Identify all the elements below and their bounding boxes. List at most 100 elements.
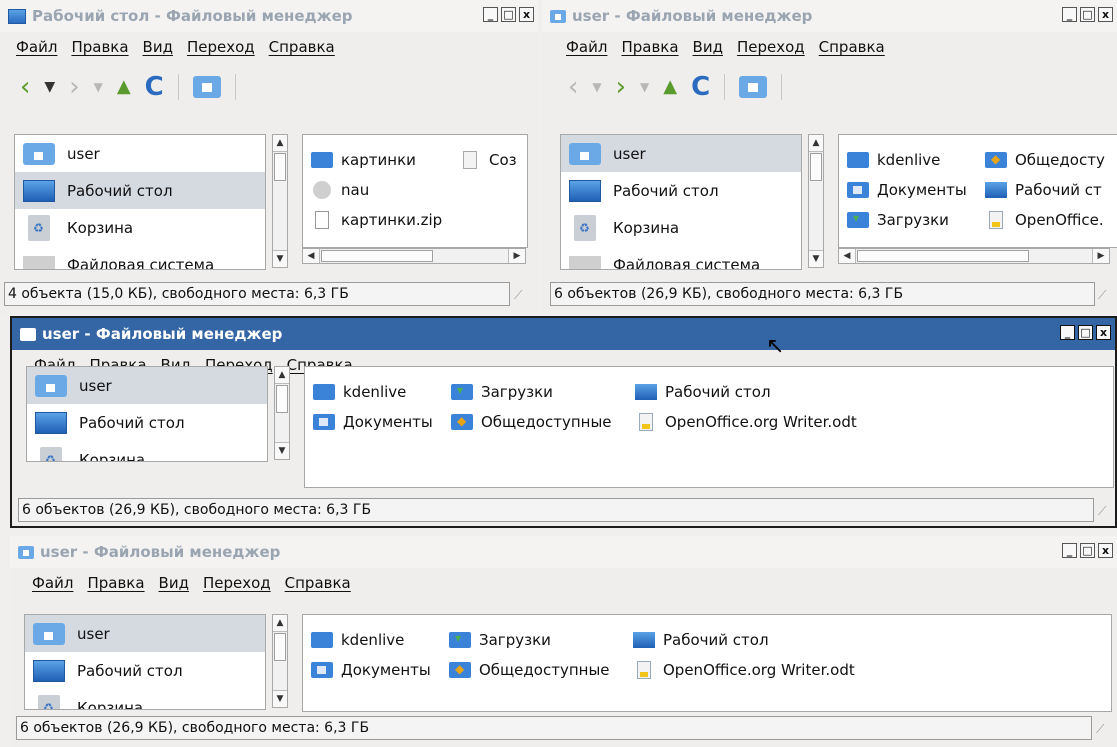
menu-file[interactable]: Файл xyxy=(566,38,607,56)
menu-go[interactable]: Переход xyxy=(737,38,805,56)
file-item[interactable]: Документы xyxy=(847,181,967,199)
file-item[interactable]: картинки xyxy=(311,151,416,169)
menu-edit[interactable]: Правка xyxy=(621,38,678,56)
scroll-down-icon[interactable]: ▼ xyxy=(275,442,289,459)
sidebar-item-filesystem[interactable]: Файловая система xyxy=(561,246,801,269)
sidebar-item-trash[interactable]: Корзина xyxy=(25,689,265,709)
forward-history-dropdown-icon[interactable]: ▼ xyxy=(640,74,649,100)
back-arrow-icon[interactable]: ‹ xyxy=(20,74,30,100)
sidebar-item-desktop[interactable]: Рабочий стол xyxy=(27,404,267,441)
file-item[interactable]: nau xyxy=(311,181,369,199)
resize-grip-icon[interactable]: ⟋ xyxy=(514,288,532,306)
forward-history-dropdown-icon[interactable]: ▼ xyxy=(94,74,103,100)
sidebar-item-user[interactable]: user xyxy=(15,135,265,172)
up-arrow-icon[interactable]: ▲ xyxy=(663,74,677,100)
scroll-right-icon[interactable]: ▶ xyxy=(1092,249,1109,263)
resize-grip-icon[interactable]: ⟋ xyxy=(1098,288,1116,306)
up-arrow-icon[interactable]: ▲ xyxy=(117,74,131,100)
title-bar[interactable]: user - Файловый менеджер _ □ x xyxy=(10,536,1117,568)
close-button[interactable]: x xyxy=(519,7,534,22)
title-bar[interactable]: user - Файловый менеджер _ □ x xyxy=(542,0,1117,32)
home-folder-icon[interactable] xyxy=(739,76,768,98)
sidebar-scrollbar[interactable]: ▲ ▼ xyxy=(274,366,290,460)
sidebar-item-trash[interactable]: Корзина xyxy=(15,209,265,246)
menu-help[interactable]: Справка xyxy=(269,38,335,56)
sidebar-item-desktop[interactable]: Рабочий стол xyxy=(25,652,265,689)
scroll-up-icon[interactable]: ▲ xyxy=(273,135,287,152)
minimize-button[interactable]: _ xyxy=(1062,7,1077,22)
file-item[interactable]: Загрузки xyxy=(449,631,551,649)
close-button[interactable]: x xyxy=(1096,325,1111,340)
file-view-hscrollbar[interactable]: ◀ ▶ xyxy=(302,248,526,264)
file-item[interactable]: Общедоступные xyxy=(449,661,610,679)
sidebar-item-user[interactable]: user xyxy=(25,615,265,652)
maximize-button[interactable]: □ xyxy=(1080,7,1095,22)
back-arrow-icon[interactable]: ‹ xyxy=(568,74,578,100)
menu-view[interactable]: Вид xyxy=(159,574,189,592)
sidebar-scrollbar[interactable]: ▲ ▼ xyxy=(808,134,824,268)
scroll-down-icon[interactable]: ▼ xyxy=(809,250,823,267)
scroll-left-icon[interactable]: ◀ xyxy=(303,249,320,263)
file-item[interactable]: Документы xyxy=(313,413,433,431)
file-item[interactable]: Рабочий стол xyxy=(635,383,771,401)
scroll-up-icon[interactable]: ▲ xyxy=(809,135,823,152)
title-bar[interactable]: user - Файловый менеджер _ □ x xyxy=(12,318,1115,350)
scroll-thumb[interactable] xyxy=(274,153,286,181)
menu-go[interactable]: Переход xyxy=(203,574,271,592)
back-history-dropdown-icon[interactable]: ▼ xyxy=(44,74,55,100)
close-button[interactable]: x xyxy=(1098,7,1113,22)
file-item[interactable]: Рабочий стол xyxy=(633,631,769,649)
sidebar-item-trash[interactable]: Корзина xyxy=(27,441,267,461)
maximize-button[interactable]: □ xyxy=(1080,543,1095,558)
scroll-up-icon[interactable]: ▲ xyxy=(275,367,289,384)
menu-view[interactable]: Вид xyxy=(693,38,723,56)
resize-grip-icon[interactable]: ⟋ xyxy=(1098,504,1115,522)
forward-arrow-icon[interactable]: › xyxy=(69,74,79,100)
menu-file[interactable]: Файл xyxy=(16,38,57,56)
menu-go[interactable]: Переход xyxy=(187,38,255,56)
menu-edit[interactable]: Правка xyxy=(71,38,128,56)
minimize-button[interactable]: _ xyxy=(483,7,498,22)
file-item[interactable]: OpenOffice. xyxy=(985,211,1104,229)
scroll-up-icon[interactable]: ▲ xyxy=(273,615,287,632)
file-item[interactable]: Документы xyxy=(311,661,431,679)
sidebar-scrollbar[interactable]: ▲ ▼ xyxy=(272,614,288,708)
forward-arrow-icon[interactable]: › xyxy=(616,74,626,100)
minimize-button[interactable]: _ xyxy=(1060,325,1075,340)
file-item[interactable]: Общедосту xyxy=(985,151,1105,169)
sidebar-scrollbar[interactable]: ▲ ▼ xyxy=(272,134,288,268)
back-history-dropdown-icon[interactable]: ▼ xyxy=(592,74,601,100)
maximize-button[interactable]: □ xyxy=(1078,325,1093,340)
minimize-button[interactable]: _ xyxy=(1062,543,1077,558)
scroll-thumb[interactable] xyxy=(274,633,286,661)
close-button[interactable]: x xyxy=(1098,543,1113,558)
file-item[interactable]: kdenlive xyxy=(313,383,406,401)
menu-file[interactable]: Файл xyxy=(32,574,73,592)
file-item[interactable]: OpenOffice.org Writer.odt xyxy=(633,661,855,679)
file-item[interactable]: kdenlive xyxy=(311,631,404,649)
title-bar[interactable]: Рабочий стол - Файловый менеджер _ □ x xyxy=(0,0,538,32)
scroll-down-icon[interactable]: ▼ xyxy=(273,690,287,707)
scroll-thumb[interactable] xyxy=(276,385,288,413)
sidebar-item-filesystem[interactable]: Файловая система xyxy=(15,246,265,269)
file-item[interactable]: Соз xyxy=(459,151,517,169)
file-view-hscrollbar[interactable]: ◀ ▶ xyxy=(838,248,1110,264)
file-item[interactable]: Загрузки xyxy=(451,383,553,401)
scroll-thumb[interactable] xyxy=(857,250,1029,262)
resize-grip-icon[interactable]: ⟋ xyxy=(1096,722,1114,740)
scroll-left-icon[interactable]: ◀ xyxy=(839,249,856,263)
file-item[interactable]: Загрузки xyxy=(847,211,949,229)
scroll-down-icon[interactable]: ▼ xyxy=(273,250,287,267)
menu-view[interactable]: Вид xyxy=(143,38,173,56)
menu-help[interactable]: Справка xyxy=(819,38,885,56)
maximize-button[interactable]: □ xyxy=(501,7,516,22)
reload-icon[interactable]: C xyxy=(145,74,164,100)
reload-icon[interactable]: C xyxy=(691,74,710,100)
file-item[interactable]: kdenlive xyxy=(847,151,940,169)
file-item[interactable]: картинки.zip xyxy=(311,211,442,229)
sidebar-item-user[interactable]: user xyxy=(27,367,267,404)
file-item[interactable]: Рабочий ст xyxy=(985,181,1102,199)
sidebar-item-desktop[interactable]: Рабочий стол xyxy=(561,172,801,209)
file-item[interactable]: Общедоступные xyxy=(451,413,612,431)
sidebar-item-user[interactable]: user xyxy=(561,135,801,172)
